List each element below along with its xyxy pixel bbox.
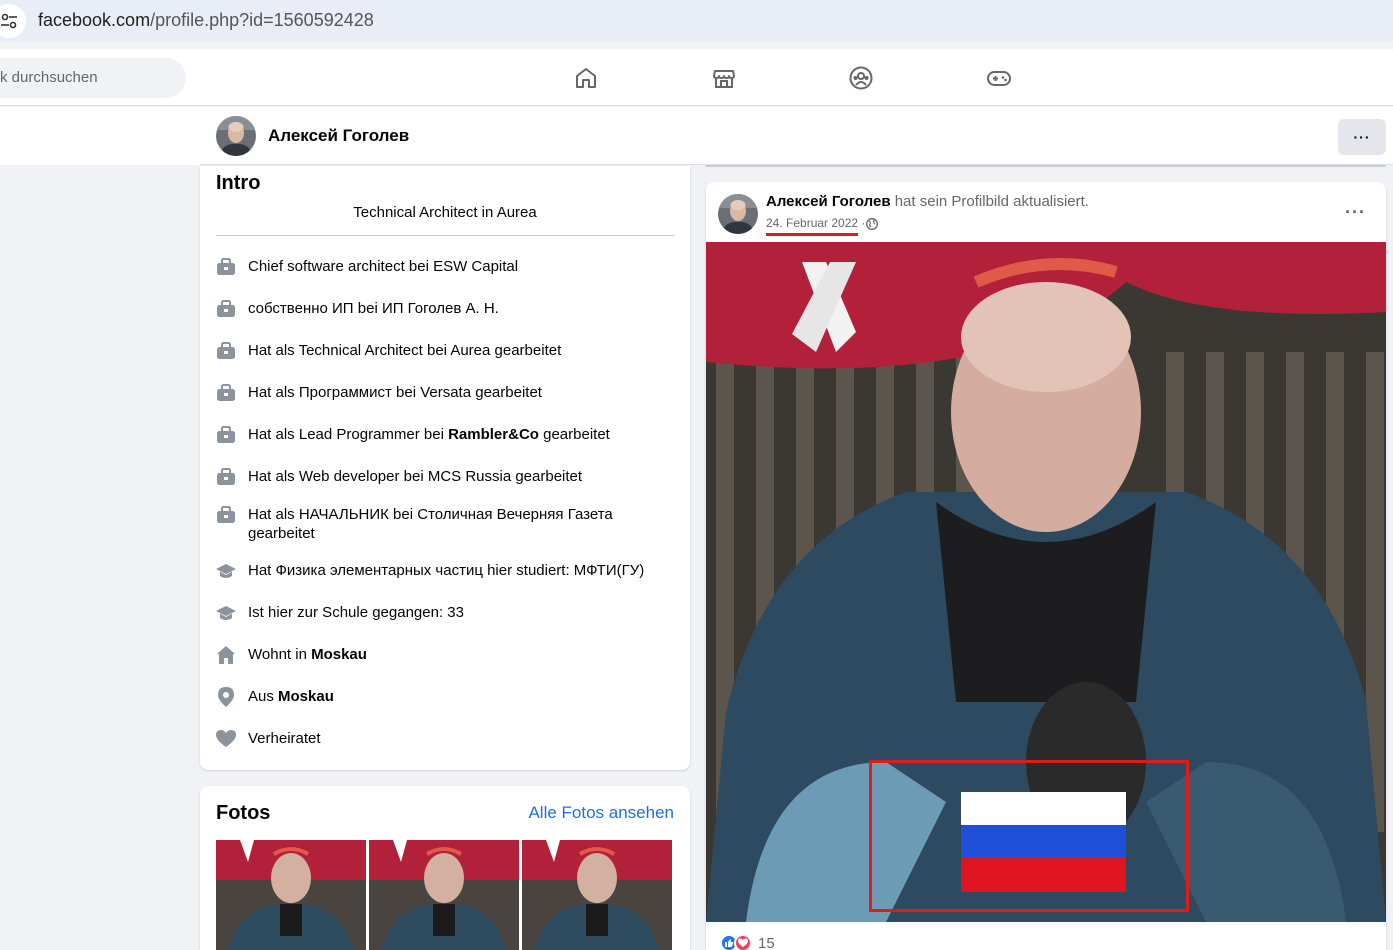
- intro-item-relationship: Verheiratet: [216, 729, 656, 749]
- date-underline-annotation: [766, 233, 858, 236]
- work-icon: [216, 299, 236, 319]
- top-navigation: k durchsuchen: [0, 49, 1393, 106]
- profile-sticky-header: Алексей Гоголев ···: [0, 107, 1393, 165]
- location-link[interactable]: Moskau: [278, 688, 334, 705]
- home-icon[interactable]: [571, 63, 601, 93]
- intro-item-work: Hat als Lead Programmer bei Rambler&Co g…: [216, 425, 656, 445]
- flag-highlight-annotation: [869, 760, 1189, 912]
- heart-icon: [216, 729, 236, 749]
- intro-item-text: Aus Moskau: [248, 687, 334, 706]
- photo-thumbnail[interactable]: [216, 840, 366, 950]
- more-options-button[interactable]: ···: [1338, 119, 1386, 155]
- text-part: Aus: [248, 688, 279, 705]
- education-icon: [216, 603, 236, 623]
- intro-item-text: Chief software architect bei ESW Capital: [248, 258, 519, 275]
- post-header: Алексей Гоголев hat sein Profilbild aktu…: [766, 193, 1089, 210]
- avatar[interactable]: [216, 116, 256, 156]
- intro-item-text: Ist hier zur Schule gegangen: 33: [248, 604, 464, 621]
- intro-item-text: Hat als Программист bei Versata gearbeit…: [248, 384, 542, 401]
- reactions-bar[interactable]: 15: [720, 934, 775, 950]
- work-icon: [216, 505, 236, 525]
- url-path: /profile.php?id=1560592428: [150, 10, 374, 30]
- divider: [216, 235, 674, 236]
- intro-bio: Technical Architect in Aurea: [353, 204, 537, 221]
- search-input[interactable]: k durchsuchen: [0, 58, 186, 98]
- work-icon: [216, 425, 236, 445]
- photo-thumbnail[interactable]: [522, 840, 672, 950]
- profile-name[interactable]: Алексей Гоголев: [268, 126, 409, 146]
- intro-item-education: Hat Физика элементарных частиц hier stud…: [216, 561, 656, 581]
- intro-title: Intro: [216, 172, 261, 194]
- post-card: Алексей Гоголев hat sein Profilbild aktu…: [706, 182, 1386, 950]
- intro-item-text: Hat als Lead Programmer bei Rambler&Co g…: [248, 425, 610, 444]
- intro-item-work: Hat als Программист bei Versata gearbeit…: [216, 383, 656, 403]
- intro-item-work: Hat als Web developer bei MCS Russia gea…: [216, 467, 656, 487]
- intro-item-text: Verheiratet: [248, 730, 321, 747]
- work-icon: [216, 467, 236, 487]
- site-settings-icon[interactable]: [0, 4, 26, 38]
- love-icon: [734, 934, 752, 950]
- previous-post-edge: [706, 165, 1386, 167]
- search-placeholder: k durchsuchen: [0, 69, 98, 86]
- date-separator: ·: [858, 216, 866, 230]
- intro-card: Intro Technical Architect in Aurea Chief…: [200, 166, 690, 770]
- groups-icon[interactable]: [846, 63, 876, 93]
- home-icon: [216, 645, 236, 665]
- intro-item-text: собственно ИП bei ИП Гоголев А. Н.: [248, 300, 499, 317]
- text-part: Wohnt in: [248, 646, 312, 663]
- browser-address-bar: facebook.com/profile.php?id=1560592428: [0, 0, 1393, 42]
- intro-item-education: Ist hier zur Schule gegangen: 33: [216, 603, 656, 623]
- education-icon: [216, 561, 236, 581]
- gaming-icon[interactable]: [984, 63, 1014, 93]
- post-author-link[interactable]: Алексей Гоголев: [766, 193, 891, 210]
- left-panel: [0, 107, 200, 165]
- intro-item-text: Hat als Technical Architect bei Aurea ge…: [248, 342, 562, 359]
- photos-card: Fotos Alle Fotos ansehen: [200, 786, 690, 950]
- marketplace-icon[interactable]: [709, 63, 739, 93]
- intro-item-text: Wohnt in Moskau: [248, 645, 367, 664]
- url-field[interactable]: facebook.com/profile.php?id=1560592428: [38, 10, 374, 31]
- employer-link[interactable]: Rambler&Co: [448, 426, 539, 443]
- location-link[interactable]: Moskau: [311, 646, 367, 663]
- reaction-count: 15: [758, 934, 775, 950]
- photo-thumbnail[interactable]: [369, 840, 519, 950]
- intro-item-hometown: Aus Moskau: [216, 687, 656, 707]
- work-icon: [216, 383, 236, 403]
- intro-item-work: Hat als НАЧАЛЬНИК bei Столичная Вечерняя…: [216, 505, 656, 543]
- post-options-button[interactable]: ···: [1345, 202, 1366, 223]
- see-all-photos-link[interactable]: Alle Fotos ansehen: [528, 803, 674, 823]
- globe-icon: [866, 217, 878, 235]
- location-icon: [216, 687, 236, 707]
- work-icon: [216, 257, 236, 277]
- text-part: gearbeitet: [538, 426, 610, 443]
- intro-item-work: Hat als Technical Architect bei Aurea ge…: [216, 341, 656, 361]
- intro-item-text: Hat als Web developer bei MCS Russia gea…: [248, 468, 583, 485]
- photos-title: Fotos: [216, 802, 271, 824]
- intro-item-residence: Wohnt in Moskau: [216, 645, 656, 665]
- post-meta: 24. Februar 2022 ·: [766, 216, 865, 230]
- intro-item-text: Hat als НАЧАЛЬНИК bei Столичная Вечерняя…: [248, 506, 613, 542]
- post-action: hat sein Profilbild aktualisiert.: [890, 193, 1089, 210]
- post-date-link[interactable]: 24. Februar 2022: [766, 216, 858, 230]
- intro-item-work: Chief software architect bei ESW Capital: [216, 257, 656, 277]
- text-part: Hat als Lead Programmer bei: [248, 426, 449, 443]
- intro-item-work: собственно ИП bei ИП Гоголев А. Н.: [216, 299, 656, 319]
- url-domain: facebook.com: [38, 10, 151, 30]
- intro-item-text: Hat Физика элементарных частиц hier stud…: [248, 562, 645, 579]
- avatar[interactable]: [718, 194, 758, 234]
- work-icon: [216, 341, 236, 361]
